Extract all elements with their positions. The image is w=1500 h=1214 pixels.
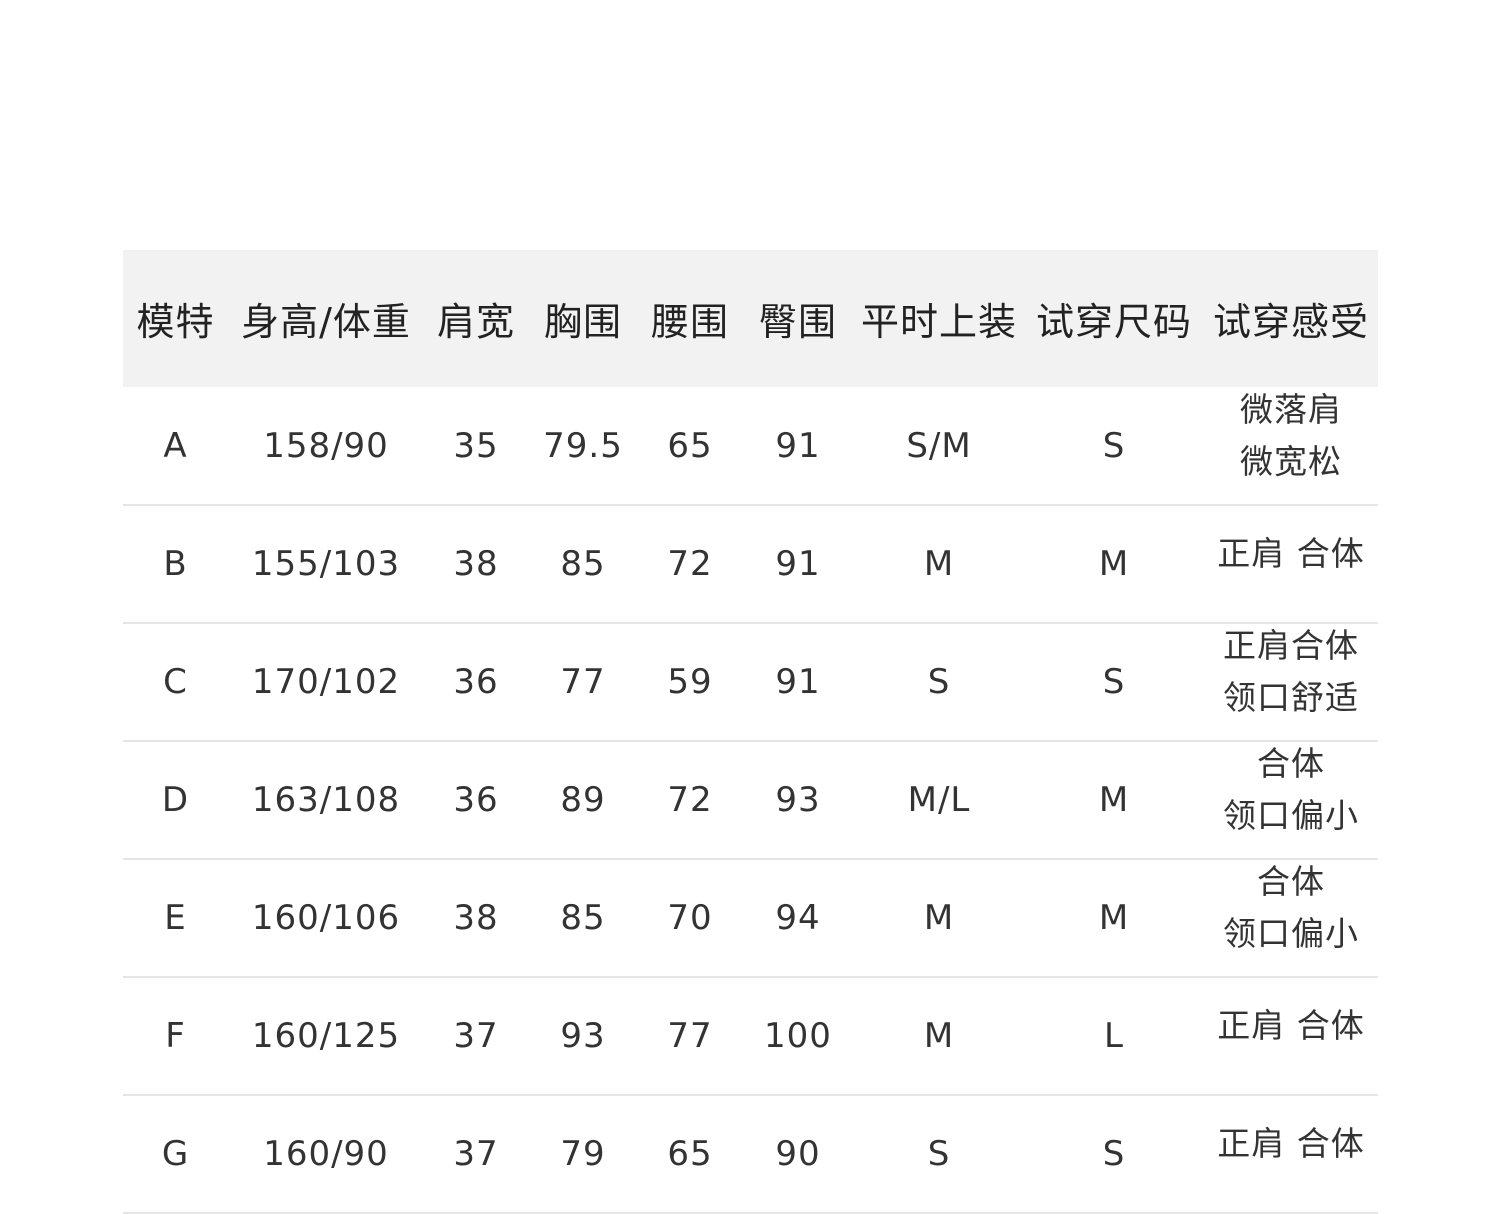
cell-height-weight: 163/108 <box>251 780 401 820</box>
cell-height-weight: 160/90 <box>263 1134 389 1174</box>
cell-usual-size: M <box>923 544 955 584</box>
cell-shoulder: 36 <box>453 780 499 820</box>
cell-tried-size: M <box>1098 544 1130 584</box>
cell-fit-feel: 微落肩 微宽松 <box>1204 387 1378 505</box>
cell-hip: 91 <box>775 425 821 466</box>
cell-bust: 85 <box>560 544 606 584</box>
table-row: G 160/90 37 79 65 90 S S 正肩 合体 <box>123 1095 1378 1213</box>
header-model: 模特 <box>136 300 215 344</box>
table-row: D 163/108 36 89 72 93 M/L M 合体 领口偏小 <box>123 741 1378 859</box>
header-height-weight: 身高/体重 <box>241 300 411 344</box>
cell-model: G <box>161 1134 190 1174</box>
cell-model: F <box>165 1016 186 1056</box>
cell-bust: 93 <box>560 1016 606 1056</box>
cell-tried-size: M <box>1098 898 1130 938</box>
cell-waist: 59 <box>667 662 713 702</box>
cell-bust: 79 <box>560 1134 606 1174</box>
cell-shoulder: 37 <box>453 1016 499 1056</box>
cell-height-weight: 158/90 <box>263 425 389 466</box>
cell-fit-feel: 正肩 合体 <box>1204 977 1378 1095</box>
fit-feel-text: 合体 领口偏小 <box>1223 862 1359 953</box>
cell-usual-size: M/L <box>907 780 971 820</box>
cell-waist: 72 <box>667 780 713 820</box>
cell-fit-feel: 正肩 合体 <box>1204 505 1378 623</box>
cell-bust: 89 <box>560 780 606 820</box>
cell-waist: 70 <box>667 898 713 938</box>
header-row: 模特 身高/体重 肩宽 胸围 腰围 臀围 平时上装 试穿尺码 试穿感受 <box>123 250 1378 387</box>
cell-model: E <box>164 898 187 938</box>
fit-feel-text: 正肩 合体 <box>1217 1006 1365 1045</box>
cell-fit-feel: 正肩 合体 <box>1204 1095 1378 1213</box>
header-usual-size: 平时上装 <box>860 300 1017 344</box>
fit-feel-text: 合体 领口偏小 <box>1223 744 1359 835</box>
cell-hip: 91 <box>775 544 821 584</box>
size-table-container: 模特 身高/体重 肩宽 胸围 腰围 臀围 平时上装 试穿尺码 试穿感受 A 15… <box>123 250 1378 1214</box>
cell-model: D <box>161 780 190 820</box>
cell-fit-feel: 合体 领口偏小 <box>1204 741 1378 859</box>
cell-usual-size: S <box>927 662 951 702</box>
cell-height-weight: 160/125 <box>251 1016 401 1056</box>
cell-waist: 65 <box>667 1134 713 1174</box>
fit-feel-text: 正肩 合体 <box>1217 534 1365 573</box>
cell-shoulder: 38 <box>453 898 499 938</box>
header-hip: 臀围 <box>758 300 837 344</box>
table-row: C 170/102 36 77 59 91 S S 正肩合体 领口舒适 <box>123 623 1378 741</box>
cell-hip: 94 <box>775 898 821 938</box>
cell-usual-size: M <box>923 1016 955 1056</box>
cell-shoulder: 35 <box>453 425 499 466</box>
cell-usual-size: S/M <box>906 425 972 466</box>
header-shoulder: 肩宽 <box>436 300 515 344</box>
cell-shoulder: 36 <box>453 662 499 702</box>
header-tried-size: 试穿尺码 <box>1035 300 1192 344</box>
header-fit-feel: 试穿感受 <box>1212 300 1369 344</box>
cell-hip: 90 <box>775 1134 821 1174</box>
cell-height-weight: 155/103 <box>251 544 401 584</box>
cell-bust: 77 <box>560 662 606 702</box>
header-waist: 腰围 <box>650 300 729 344</box>
cell-waist: 72 <box>667 544 713 584</box>
cell-bust: 85 <box>560 898 606 938</box>
table-row: B 155/103 38 85 72 91 M M 正肩 合体 <box>123 505 1378 623</box>
cell-model: B <box>163 544 188 584</box>
cell-tried-size: L <box>1104 1016 1124 1056</box>
table-row: E 160/106 38 85 70 94 M M 合体 领口偏小 <box>123 859 1378 977</box>
cell-model: C <box>163 662 188 702</box>
table-header: 模特 身高/体重 肩宽 胸围 腰围 臀围 平时上装 试穿尺码 试穿感受 <box>123 250 1378 387</box>
cell-hip: 100 <box>764 1016 832 1056</box>
table-body: A 158/90 35 79.5 65 91 S/M S 微落肩 微宽松 B 1… <box>123 387 1378 1213</box>
cell-shoulder: 38 <box>453 544 499 584</box>
cell-tried-size: S <box>1102 1134 1126 1174</box>
cell-bust: 79.5 <box>543 425 623 466</box>
header-bust: 胸围 <box>543 300 622 344</box>
fit-feel-text: 正肩 合体 <box>1217 1124 1365 1163</box>
cell-shoulder: 37 <box>453 1134 499 1174</box>
cell-usual-size: M <box>923 898 955 938</box>
cell-waist: 65 <box>667 425 713 466</box>
cell-hip: 93 <box>775 780 821 820</box>
cell-tried-size: S <box>1102 662 1126 702</box>
cell-height-weight: 170/102 <box>251 662 401 702</box>
cell-usual-size: S <box>927 1134 951 1174</box>
cell-hip: 91 <box>775 662 821 702</box>
cell-height-weight: 160/106 <box>251 898 401 938</box>
size-fit-table: 模特 身高/体重 肩宽 胸围 腰围 臀围 平时上装 试穿尺码 试穿感受 A 15… <box>123 250 1378 1214</box>
fit-feel-text: 正肩合体 领口舒适 <box>1223 626 1359 717</box>
cell-model: A <box>163 425 188 466</box>
cell-tried-size: S <box>1102 425 1126 466</box>
fit-feel-text: 微落肩 微宽松 <box>1240 389 1342 481</box>
table-row: F 160/125 37 93 77 100 M L 正肩 合体 <box>123 977 1378 1095</box>
table-row: A 158/90 35 79.5 65 91 S/M S 微落肩 微宽松 <box>123 387 1378 505</box>
cell-fit-feel: 合体 领口偏小 <box>1204 859 1378 977</box>
cell-fit-feel: 正肩合体 领口舒适 <box>1204 623 1378 741</box>
cell-tried-size: M <box>1098 780 1130 820</box>
cell-waist: 77 <box>667 1016 713 1056</box>
